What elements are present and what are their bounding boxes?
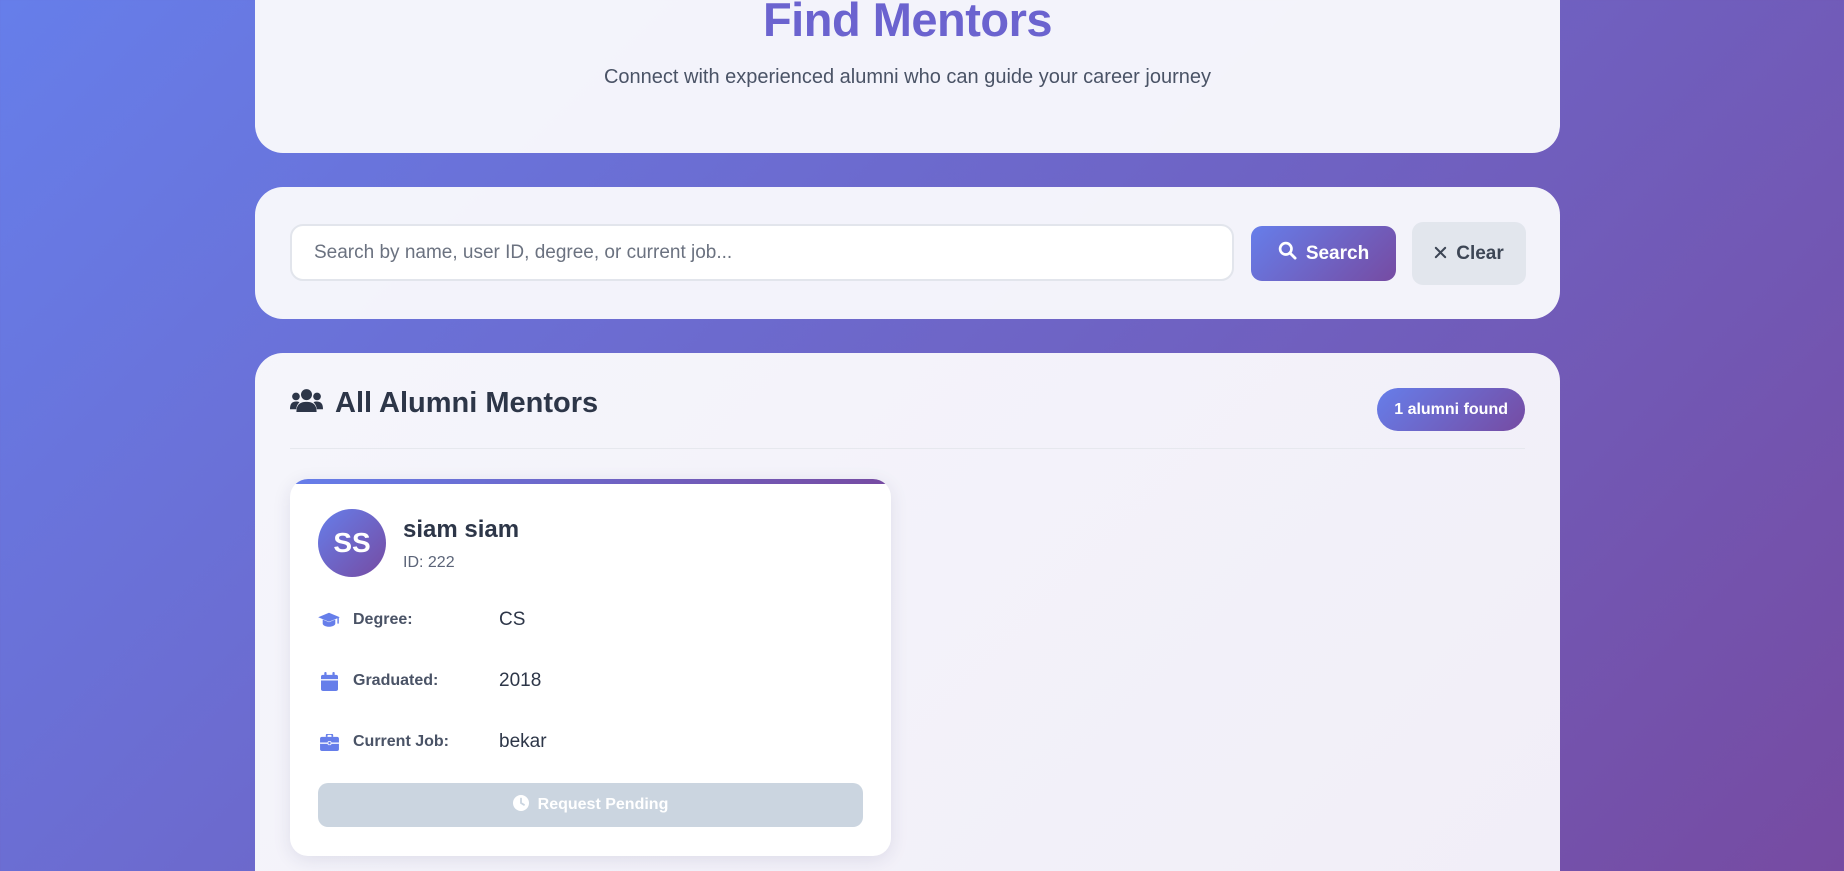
search-button-label: Search	[1305, 242, 1370, 264]
search-button[interactable]: Search	[1251, 226, 1396, 281]
search-input[interactable]	[290, 224, 1234, 281]
hero-panel: Find Mentors Connect with experienced al…	[255, 0, 1560, 153]
briefcase-icon	[318, 731, 340, 753]
field-current-job: Current Job: bekar	[318, 731, 547, 753]
mentor-name: siam siam	[403, 516, 520, 543]
page-title: Find Mentors	[762, 0, 1053, 46]
search-panel: Search Clear	[255, 187, 1560, 319]
results-panel: All Alumni Mentors 1 alumni found SS sia…	[255, 353, 1560, 871]
current-job-label: Current Job:	[353, 733, 449, 750]
results-title: All Alumni Mentors	[335, 387, 599, 419]
users-icon	[290, 387, 323, 420]
search-icon	[1278, 241, 1297, 266]
page-subtitle: Connect with experienced alumni who can …	[603, 66, 1211, 88]
mentor-id: ID: 222	[403, 554, 455, 571]
clear-button[interactable]: Clear	[1412, 222, 1526, 285]
mentor-card: SS siam siam ID: 222 Degree: CS Graduate…	[290, 479, 891, 856]
field-degree: Degree: CS	[318, 609, 525, 631]
field-graduated: Graduated: 2018	[318, 670, 541, 692]
close-icon	[1434, 243, 1447, 265]
graduated-value: 2018	[499, 670, 542, 691]
clock-icon	[512, 794, 529, 816]
clear-button-label: Clear	[1456, 242, 1504, 264]
divider	[290, 448, 1525, 449]
request-pending-label: Request Pending	[537, 796, 669, 813]
request-pending-button[interactable]: Request Pending	[318, 783, 863, 827]
degree-value: CS	[499, 609, 526, 630]
current-job-value: bekar	[499, 731, 547, 752]
results-count-badge: 1 alumni found	[1377, 388, 1525, 431]
results-header: All Alumni Mentors	[290, 387, 598, 420]
calendar-icon	[318, 670, 340, 692]
graduation-cap-icon	[318, 609, 340, 631]
graduated-label: Graduated:	[353, 672, 439, 689]
card-accent-bar	[290, 479, 891, 484]
avatar: SS	[318, 509, 386, 577]
degree-label: Degree:	[353, 611, 413, 628]
